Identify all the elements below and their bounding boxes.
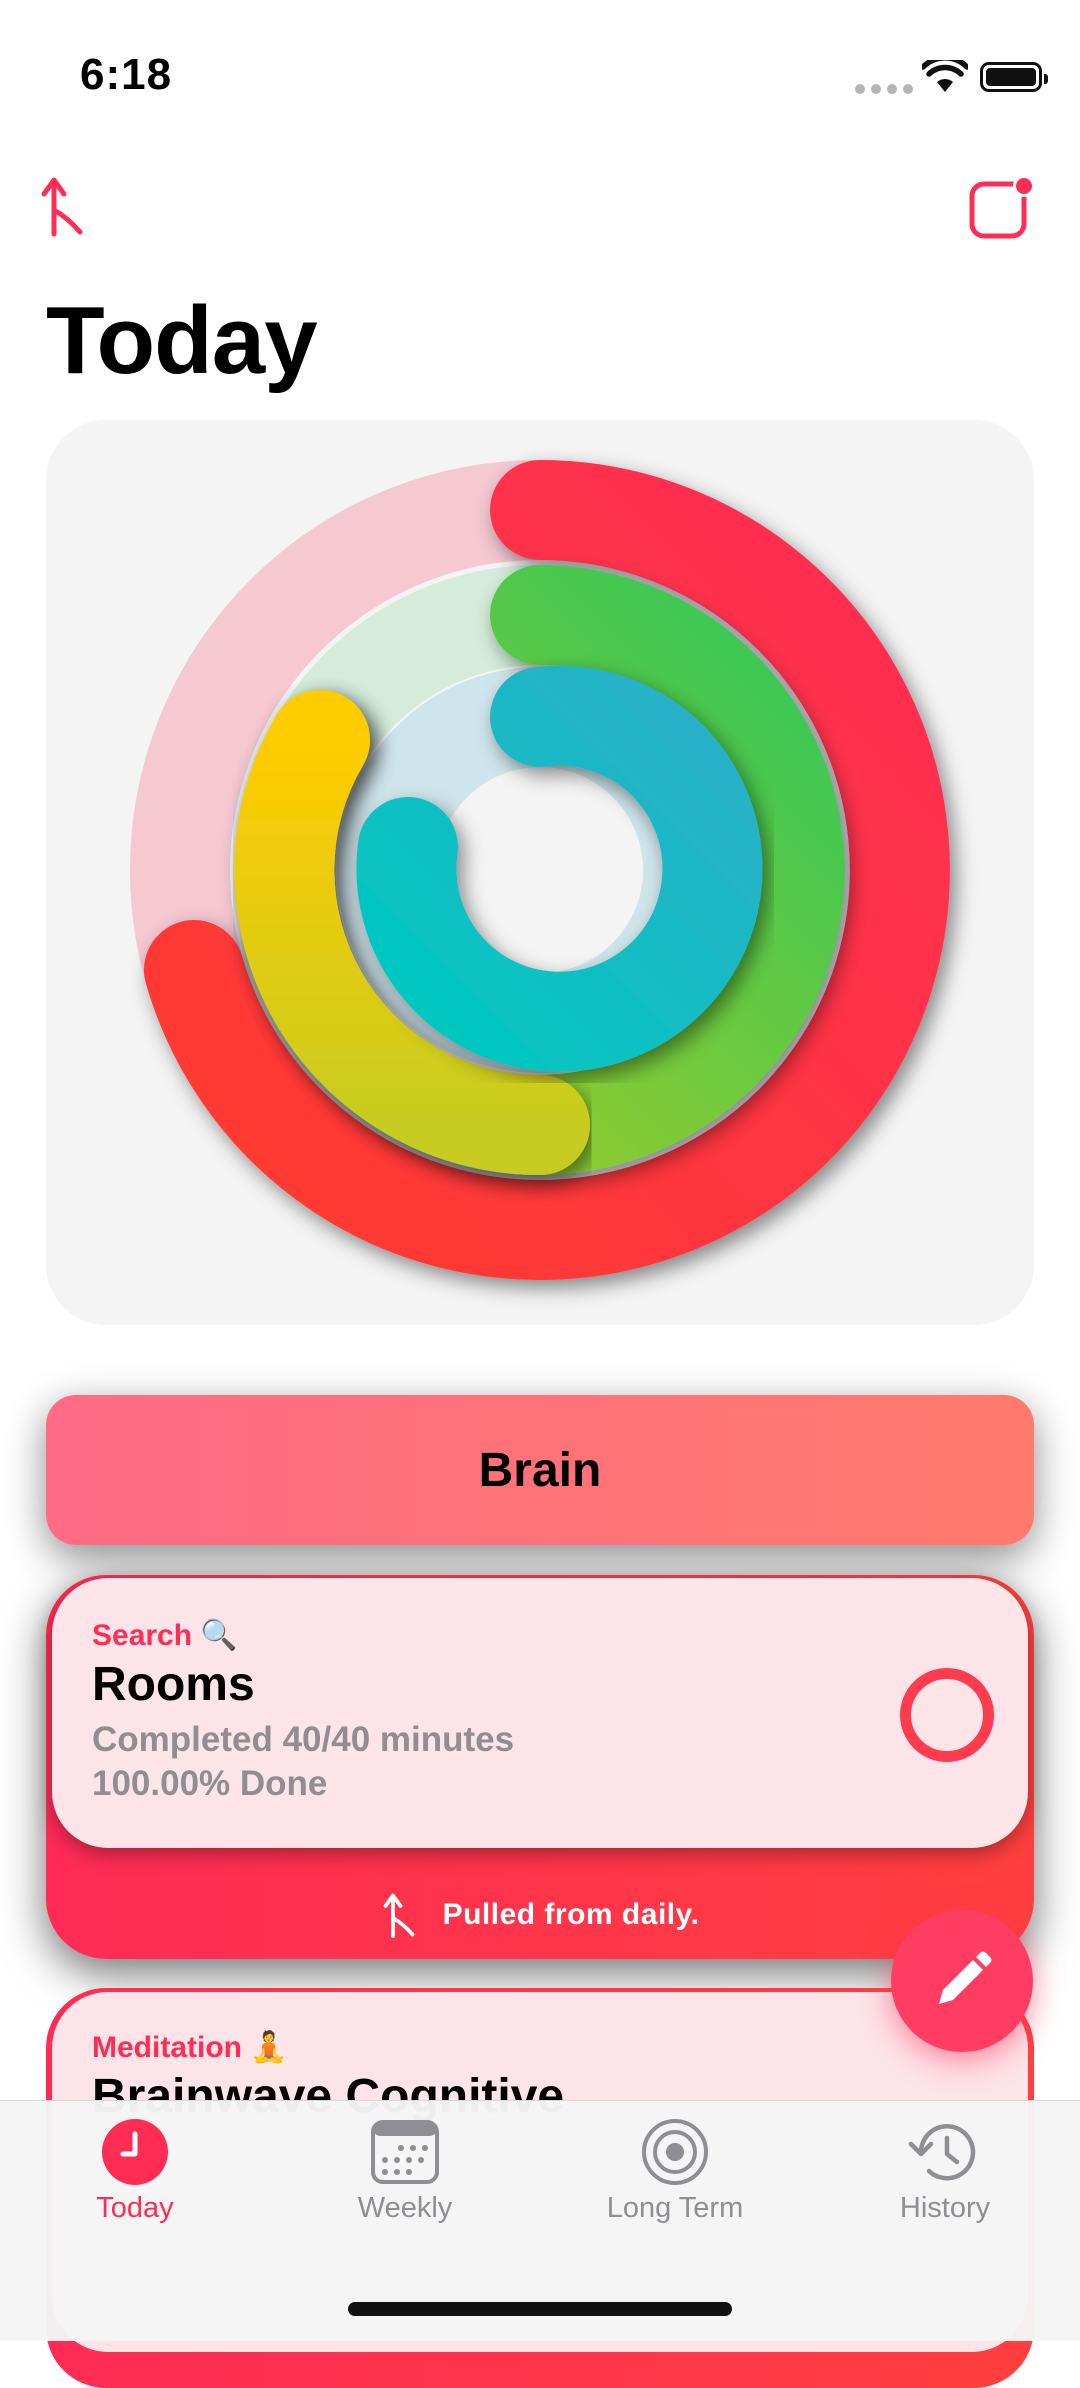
calendar-icon [371, 2120, 439, 2184]
tab-history[interactable]: History [810, 2118, 1080, 2225]
activity-rings-card[interactable] [46, 420, 1034, 1325]
tab-long-term[interactable]: Long Term [540, 2118, 810, 2225]
clock-icon [102, 2119, 168, 2185]
page-title: Today [46, 287, 318, 394]
new-item-icon[interactable] [968, 176, 1036, 240]
target-icon [642, 2119, 708, 2185]
goal-footer-text: Pulled from daily. [442, 1898, 700, 1931]
cellular-signal-icon [855, 84, 913, 94]
goal-category: Meditation 🧘 [92, 2031, 288, 2064]
goal-footer: Pulled from daily. [46, 1890, 1034, 1940]
goal-percent-text: 100.00% Done [92, 1764, 328, 1803]
goal-title: Rooms [92, 1658, 255, 1711]
status-time: 6:18 [80, 50, 173, 99]
home-indicator [348, 2302, 732, 2316]
tab-label: Long Term [606, 2192, 744, 2224]
tab-label: History [899, 2192, 991, 2224]
section-header-brain[interactable]: Brain [46, 1395, 1034, 1545]
edit-button[interactable] [891, 1910, 1033, 2052]
merge-icon [383, 1893, 414, 1938]
tab-today[interactable]: Today [0, 2118, 270, 2225]
tab-weekly[interactable]: Weekly [270, 2118, 540, 2225]
section-label: Brain [478, 1443, 602, 1497]
pencil-icon [939, 1951, 992, 2004]
goal-progress-ring [900, 1668, 994, 1762]
goal-category: Search 🔍 [92, 1619, 238, 1652]
battery-icon [980, 62, 1048, 92]
goal-card-content[interactable]: Search 🔍 Rooms Completed 40/40 minutes 1… [52, 1578, 1028, 1848]
merge-icon[interactable] [38, 174, 86, 238]
goal-progress-text: Completed 40/40 minutes [92, 1720, 515, 1759]
activity-rings [130, 460, 950, 1280]
history-icon [908, 2124, 976, 2181]
wifi-icon [922, 60, 968, 92]
tab-label: Weekly [357, 2192, 453, 2224]
tab-label: Today [96, 2192, 174, 2224]
